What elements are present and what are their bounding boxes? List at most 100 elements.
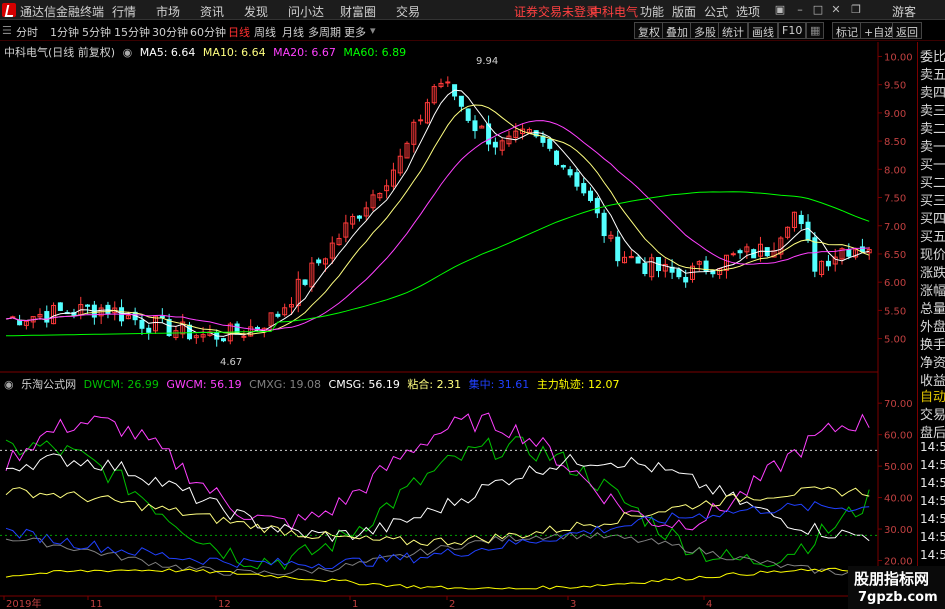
tick-time: 14:56 <box>920 530 945 544</box>
legend-eye-icon[interactable]: ◉ <box>123 46 133 59</box>
candle-body <box>465 108 471 121</box>
price-y-tick-label: 5.00 <box>884 335 906 346</box>
price-y-tick-label: 10.00 <box>884 52 913 63</box>
candle-body <box>418 119 424 122</box>
price-y-tick-label: 9.00 <box>884 109 906 120</box>
gwcm-line <box>5 412 870 531</box>
quote-buy2: 买二 <box>920 176 945 191</box>
candle-body <box>859 246 865 253</box>
indicator-y-tick-label: 30.00 <box>884 525 913 536</box>
candle-body <box>547 138 553 149</box>
nh-line <box>5 486 870 547</box>
legend-ma20: MA20: 6.67 <box>273 46 336 59</box>
indicator-y-tick-label: 40.00 <box>884 494 913 505</box>
candle-body <box>221 338 226 342</box>
candle-body <box>241 335 247 338</box>
candle-body <box>316 259 322 264</box>
legend-dwcm: DWCM: 26.99 <box>83 378 159 391</box>
legend-jz: 集中: 31.61 <box>468 378 530 391</box>
x-axis-label: 11 <box>90 599 103 609</box>
candle-body <box>846 249 852 257</box>
x-axis-label: 12 <box>218 599 231 609</box>
legend-cmsg: CMSG: 56.19 <box>328 378 400 391</box>
price-y-tick-label: 5.50 <box>884 306 906 317</box>
candle-body <box>492 141 498 148</box>
quote-volume: 总量 <box>920 302 945 317</box>
tick-time: 14:56 <box>920 494 945 508</box>
legend-gwcm: GWCM: 56.19 <box>166 378 242 391</box>
candle-body <box>812 237 818 272</box>
candle-body <box>676 268 682 278</box>
quote-sell1: 卖一 <box>920 140 945 155</box>
x-axis-label: 4 <box>706 599 712 609</box>
legend-nh: 粘合: 2.31 <box>407 378 462 391</box>
candle-body <box>445 81 451 84</box>
candle-body <box>560 165 566 168</box>
quote-sell2: 卖二 <box>920 122 945 137</box>
quote-after-hours[interactable]: 盘后 <box>920 422 945 441</box>
quote-trade[interactable]: 交易 <box>920 404 945 423</box>
candle-body <box>472 120 478 132</box>
tick-time: 14:56 <box>920 440 945 454</box>
quote-price: 现价 <box>920 248 945 263</box>
quote-buy1: 买一 <box>920 158 945 173</box>
candle-body <box>44 311 50 323</box>
candle-body <box>554 150 560 165</box>
legend-ma10: MA10: 6.64 <box>202 46 266 59</box>
candle-body <box>159 316 165 319</box>
candle-body <box>825 260 831 267</box>
price-high-label: 9.94 <box>476 56 498 67</box>
legend-cmxg: CMXG: 19.08 <box>249 378 322 391</box>
quote-sell4: 卖四 <box>920 86 945 101</box>
candle-body <box>356 215 362 219</box>
indicator-legend: ◉ 乐淘公式网 DWCM: 26.99 GWCM: 56.19 CMXG: 19… <box>4 376 624 392</box>
price-legend: 中科电气(日线 前复权) ◉ MA5: 6.64 MA10: 6.64 MA20… <box>4 44 410 60</box>
zl-line <box>5 567 870 590</box>
quote-change: 涨跌 <box>920 266 945 281</box>
quote-turnover: 换手 <box>920 338 945 353</box>
x-axis-label: 1 <box>352 599 358 609</box>
candle-body <box>615 236 621 262</box>
ma5-line <box>5 89 870 337</box>
watermark-line1: 股朋指标网 <box>854 570 930 588</box>
legend-ma5: MA5: 6.64 <box>139 46 196 59</box>
quote-weibi: 委比 <box>920 50 945 65</box>
candle-body <box>139 319 145 329</box>
watermark: 股朋指标网 7gpzb.com <box>848 566 945 609</box>
quote-change-pct: 涨幅 <box>920 284 945 299</box>
candle-body <box>17 319 23 326</box>
candle-body <box>57 302 63 311</box>
price-y-tick-label: 6.00 <box>884 278 906 289</box>
tick-time: 14:56 <box>920 512 945 526</box>
quote-buy3: 买三 <box>920 194 945 209</box>
candle-body <box>588 190 594 201</box>
legend-ma60: MA60: 6.89 <box>343 46 407 59</box>
quote-sell5: 卖五 <box>920 68 945 83</box>
quote-panel: 委比 卖五 卖四 卖三 卖二 卖一 买一 买二 买三 买四 买五 现价 涨跌 涨… <box>917 42 945 609</box>
candle-body <box>798 214 804 225</box>
quote-buy5: 买五 <box>920 230 945 245</box>
candle-body <box>146 327 152 333</box>
candle-body <box>601 212 607 237</box>
price-y-tick-label: 9.50 <box>884 81 906 92</box>
quote-auto[interactable]: 自动 <box>920 386 945 405</box>
price-y-tick-label: 7.50 <box>884 194 906 205</box>
indicator-y-tick-label: 60.00 <box>884 431 913 442</box>
candle-body <box>683 276 689 283</box>
ma10-line <box>5 104 870 335</box>
candle-body <box>275 313 281 317</box>
indicator-eye-icon[interactable]: ◉ <box>4 378 14 391</box>
candle-body <box>635 256 641 264</box>
candle-body <box>642 262 648 275</box>
indicator-y-tick-label: 70.00 <box>884 399 913 410</box>
price-y-tick-label: 8.50 <box>884 137 906 148</box>
candle-body <box>187 324 193 340</box>
quote-netasset: 净资 <box>920 356 945 371</box>
kline-chart[interactable]: 10.00 9.50 9.00 8.50 8.00 7.50 7.00 6.50 6.00 5.5… <box>0 0 945 609</box>
legend-indicator-name[interactable]: 乐淘公式网 <box>21 378 76 391</box>
legend-zl: 主力轨迹: 12.07 <box>536 378 620 391</box>
candle-body <box>567 169 573 176</box>
price-y-tick-label: 8.00 <box>884 165 906 176</box>
x-axis-label: 2 <box>449 599 455 609</box>
tick-time: 14:56 <box>920 548 945 562</box>
